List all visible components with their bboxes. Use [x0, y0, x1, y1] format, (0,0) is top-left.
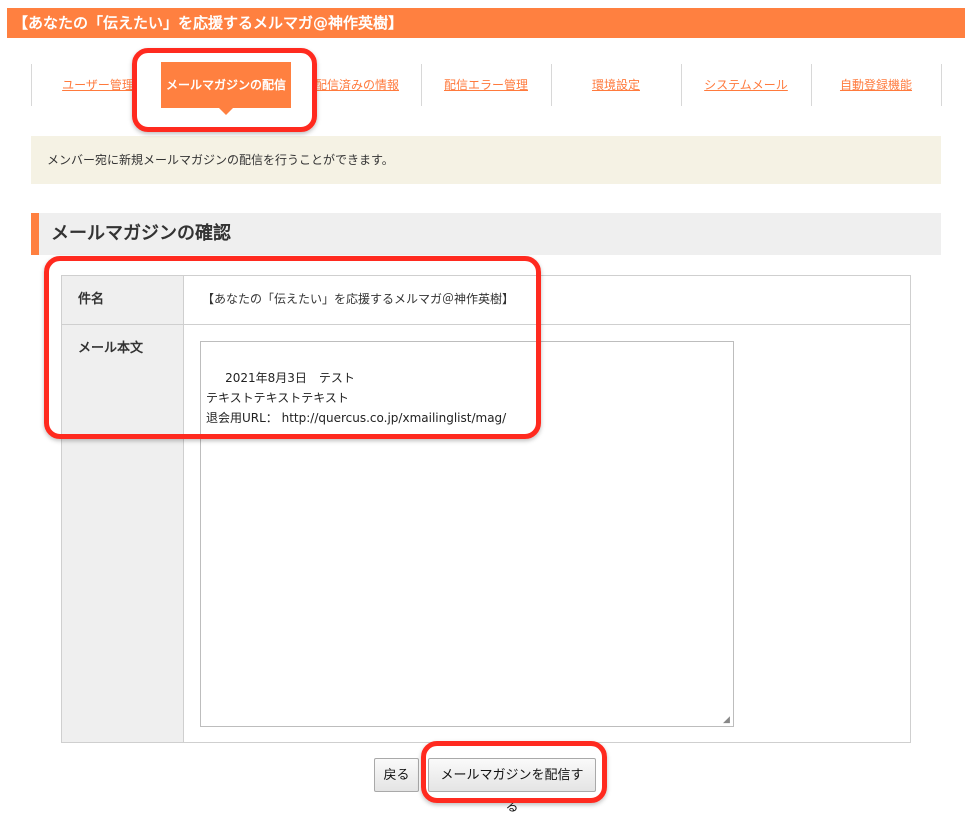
main-nav: ユーザー管理 メールマガジンの配信 配信済みの情報 配信エラー管理 環境設定 シ…: [31, 62, 943, 115]
nav-separator: [31, 64, 32, 106]
row-divider: [184, 324, 910, 325]
subject-label: 件名: [62, 276, 184, 325]
nav-separator: [941, 64, 942, 106]
info-message: メンバー宛に新規メールマガジンの配信を行うことができます。: [31, 136, 941, 184]
confirm-form-table: 件名 【あなたの「伝えたい」を応援するメルマガ＠神作英樹】 メール本文 2021…: [61, 275, 911, 743]
mail-body-textarea[interactable]: 2021年8月3日 テスト テキストテキストテキスト 退会用URL： http:…: [200, 341, 734, 727]
tab-auto-registration[interactable]: 自動登録機能: [812, 62, 940, 108]
app-title-bar: 【あなたの「伝えたい」を応援するメルマガ@神作英樹】: [7, 8, 965, 38]
send-newsletter-button[interactable]: メールマガジンを配信する: [428, 758, 596, 815]
tab-newsletter-delivery[interactable]: メールマガジンの配信: [161, 62, 291, 115]
section-title: メールマガジンの確認: [31, 213, 941, 255]
tab-user-management[interactable]: ユーザー管理: [35, 62, 161, 108]
body-label: メール本文: [62, 325, 184, 742]
back-button[interactable]: 戻る: [374, 758, 419, 792]
tab-sent-info[interactable]: 配信済みの情報: [293, 62, 421, 108]
tab-system-mail[interactable]: システムメール: [682, 62, 810, 108]
tab-delivery-errors[interactable]: 配信エラー管理: [422, 62, 550, 108]
resize-grip-icon[interactable]: ◢: [723, 716, 731, 725]
subject-value: 【あなたの「伝えたい」を応援するメルマガ＠神作英樹】: [202, 292, 515, 306]
mail-body-text: 2021年8月3日 テスト テキストテキストテキスト 退会用URL： http:…: [206, 371, 507, 425]
tab-settings[interactable]: 環境設定: [552, 62, 680, 108]
